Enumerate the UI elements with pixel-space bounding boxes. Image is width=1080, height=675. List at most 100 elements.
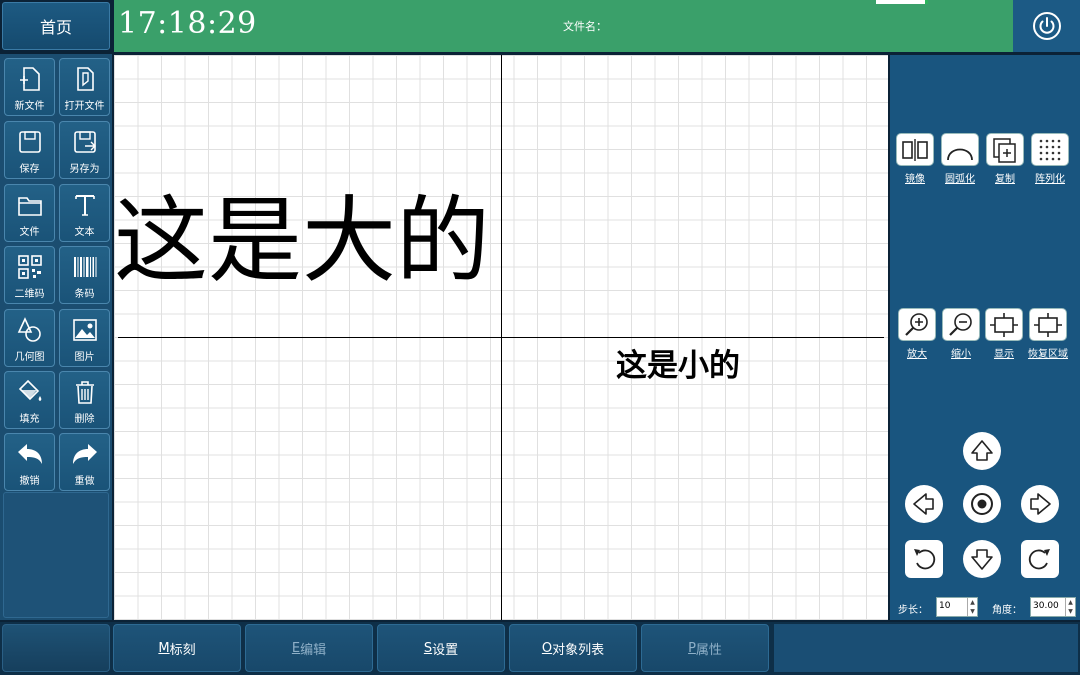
array-button[interactable]: 阵列化 bbox=[1030, 133, 1070, 185]
step-up-icon[interactable]: ▲ bbox=[968, 598, 977, 607]
restore-area-label: 恢复区域 bbox=[1028, 349, 1068, 360]
rotate-ccw-button[interactable] bbox=[905, 540, 943, 578]
step-value: 10 bbox=[939, 601, 951, 611]
left-empty-panel bbox=[3, 492, 109, 618]
center-button[interactable] bbox=[963, 485, 1001, 523]
power-icon bbox=[1032, 12, 1061, 40]
arrow-left-icon bbox=[913, 493, 934, 515]
geometry-button[interactable]: 几何图 bbox=[4, 309, 55, 367]
geometry-icon bbox=[17, 317, 41, 342]
tab-properties-label: 属性 bbox=[695, 642, 722, 658]
open-file-button[interactable]: 打开文件 bbox=[59, 58, 110, 116]
display-area-button[interactable]: 显示 bbox=[984, 308, 1024, 360]
design-canvas[interactable]: 这是大的 这是小的 bbox=[114, 55, 888, 620]
undo-icon bbox=[17, 444, 42, 464]
fill-label: 填充 bbox=[19, 414, 40, 425]
arc-icon bbox=[947, 148, 973, 160]
delete-button[interactable]: 删除 bbox=[59, 371, 110, 429]
tab-edit-label: 编辑 bbox=[300, 642, 327, 658]
move-up-button[interactable] bbox=[963, 432, 1001, 470]
geometry-label: 几何图 bbox=[14, 352, 45, 363]
qrcode-label: 二维码 bbox=[14, 289, 45, 300]
save-as-icon bbox=[73, 131, 96, 153]
tab-settings-key: S bbox=[423, 640, 433, 656]
new-file-button[interactable]: 新文件 bbox=[4, 58, 55, 116]
qrcode-button[interactable]: 二维码 bbox=[4, 246, 55, 304]
redo-icon bbox=[72, 444, 97, 464]
zoom-out-button[interactable]: 缩小 bbox=[941, 308, 981, 360]
restore-area-button[interactable]: 恢复区域 bbox=[1028, 308, 1068, 360]
tab-properties[interactable]: P 属性 bbox=[641, 624, 769, 672]
rotate-ccw-icon bbox=[914, 549, 936, 570]
tab-object-list[interactable]: O 对象列表 bbox=[509, 624, 637, 672]
angle-input[interactable]: 30.00 ▲ ▼ bbox=[1030, 597, 1076, 617]
angle-value: 30.00 bbox=[1033, 601, 1059, 611]
arc-button[interactable]: 圆弧化 bbox=[940, 133, 980, 185]
step-down-icon[interactable]: ▼ bbox=[968, 607, 977, 616]
step-input[interactable]: 10 ▲ ▼ bbox=[936, 597, 978, 617]
restore-area-icon bbox=[1034, 312, 1062, 337]
open-file-icon bbox=[76, 67, 94, 91]
bottom-right-area bbox=[774, 624, 1078, 672]
rotate-cw-icon bbox=[1028, 549, 1050, 570]
array-icon bbox=[1039, 139, 1061, 160]
tab-settings-label: 设置 bbox=[432, 642, 459, 658]
home-button[interactable]: 首页 bbox=[2, 2, 110, 50]
right-tool-panel: 镜像 圆弧化 复制 阵列化 放大 缩小 显示 恢复区域 步长： 10 ▲ ▼ 角… bbox=[890, 55, 1080, 620]
image-button[interactable]: 图片 bbox=[59, 309, 110, 367]
save-as-button[interactable]: 另存为 bbox=[59, 121, 110, 179]
barcode-button[interactable]: 条码 bbox=[59, 246, 110, 304]
save-label: 保存 bbox=[19, 164, 40, 175]
tab-settings[interactable]: S 设置 bbox=[377, 624, 505, 672]
left-toolbar: 新文件 打开文件 保存 另存为 文件 文本 二维码 条码 几何图 图片 填充 删… bbox=[0, 54, 112, 620]
folder-label: 文件 bbox=[19, 227, 40, 238]
app-window: 首页 17:18:29 文件名： 新文件 打开文件 保存 另存为 文件 文本 二… bbox=[0, 0, 1080, 675]
rotate-cw-button[interactable] bbox=[1021, 540, 1059, 578]
copy-button[interactable]: 复制 bbox=[985, 133, 1025, 185]
barcode-icon bbox=[73, 257, 96, 277]
trash-icon bbox=[75, 381, 94, 404]
canvas-text-large[interactable]: 这是大的 bbox=[114, 195, 490, 289]
arrow-down-icon bbox=[971, 549, 993, 570]
tab-mark[interactable]: M 标刻 bbox=[113, 624, 241, 672]
zoom-in-button[interactable]: 放大 bbox=[897, 308, 937, 360]
mirror-label: 镜像 bbox=[905, 174, 925, 185]
save-as-label: 另存为 bbox=[69, 164, 100, 175]
save-button[interactable]: 保存 bbox=[4, 121, 55, 179]
angle-up-icon[interactable]: ▲ bbox=[1066, 598, 1075, 607]
save-icon bbox=[18, 131, 41, 153]
text-button[interactable]: 文本 bbox=[59, 184, 110, 242]
redo-button[interactable]: 重做 bbox=[59, 433, 110, 491]
copy-icon bbox=[993, 137, 1016, 163]
tab-edit-key: E bbox=[291, 640, 301, 656]
canvas-text-small[interactable]: 这是小的 bbox=[616, 351, 740, 382]
arrow-right-icon bbox=[1030, 493, 1051, 515]
open-file-label: 打开文件 bbox=[64, 101, 105, 112]
undo-button[interactable]: 撤销 bbox=[4, 433, 55, 491]
move-down-button[interactable] bbox=[963, 540, 1001, 578]
folder-button[interactable]: 文件 bbox=[4, 184, 55, 242]
header-indicator bbox=[876, 0, 928, 4]
bottom-left-button[interactable] bbox=[2, 624, 110, 672]
horizontal-axis bbox=[118, 337, 884, 338]
fill-button[interactable]: 填充 bbox=[4, 371, 55, 429]
move-left-button[interactable] bbox=[905, 485, 943, 523]
display-area-label: 显示 bbox=[994, 349, 1014, 360]
folder-icon bbox=[17, 197, 42, 216]
move-right-button[interactable] bbox=[1021, 485, 1059, 523]
tab-edit[interactable]: E 编辑 bbox=[245, 624, 373, 672]
mirror-button[interactable]: 镜像 bbox=[895, 133, 935, 185]
copy-label: 复制 bbox=[995, 174, 1015, 185]
fill-icon bbox=[18, 379, 41, 401]
array-label: 阵列化 bbox=[1035, 174, 1065, 185]
clock: 17:18:29 bbox=[118, 6, 257, 41]
power-button[interactable] bbox=[1013, 0, 1080, 52]
zoom-out-label: 缩小 bbox=[951, 349, 971, 360]
mirror-icon bbox=[902, 138, 928, 161]
arc-label: 圆弧化 bbox=[945, 174, 975, 185]
tab-object-list-label: 对象列表 bbox=[552, 642, 605, 658]
target-icon bbox=[971, 493, 993, 515]
angle-down-icon[interactable]: ▼ bbox=[1066, 607, 1075, 616]
delete-label: 删除 bbox=[74, 414, 95, 425]
new-file-label: 新文件 bbox=[14, 101, 45, 112]
